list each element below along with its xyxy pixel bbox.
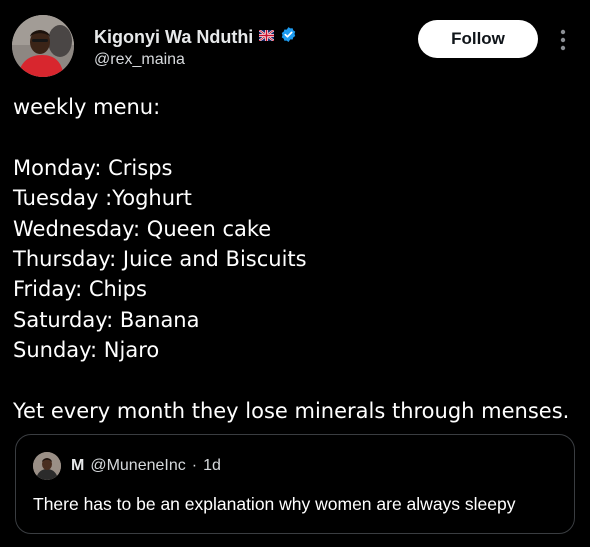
author-avatar-image — [12, 15, 74, 77]
more-vertical-icon — [560, 29, 566, 51]
tweet-line: Yet every month they lose minerals throu… — [13, 399, 570, 424]
quoted-tweet-text: There has to be an explanation why women… — [33, 494, 516, 514]
separator-dot: · — [191, 457, 198, 474]
tweet-line: weekly menu: — [13, 95, 161, 119]
author-handle[interactable]: @rex_maina — [94, 51, 185, 69]
quoted-avatar-image — [33, 452, 61, 480]
tweet-line: Tuesday :Yoghurt — [13, 186, 192, 211]
author-avatar[interactable] — [12, 15, 74, 77]
follow-button[interactable]: Follow — [418, 20, 538, 58]
quoted-timestamp[interactable]: 1d — [203, 457, 221, 475]
author-name-row: Kigonyi Wa Nduthi — [94, 26, 297, 48]
more-options-button[interactable] — [554, 26, 572, 54]
tweet-text: weekly menu: Monday: Crisps Tuesday :Yog… — [13, 92, 578, 426]
tweet-line: Saturday: Banana — [13, 307, 200, 332]
tweet-line: Thursday: Juice and Biscuits — [13, 247, 307, 272]
tweet-line: Monday: Crisps — [13, 155, 173, 180]
quoted-tweet-card[interactable]: M @MuneneInc · 1d There has to be an exp… — [15, 434, 575, 534]
quoted-author-handle[interactable]: @MuneneInc — [90, 457, 185, 475]
quoted-author-name[interactable]: M — [71, 457, 84, 475]
author-display-name[interactable]: Kigonyi Wa Nduthi — [94, 27, 253, 48]
tweet-line: Friday: Chips — [13, 277, 147, 302]
tweet-line: Sunday: Njaro — [13, 338, 160, 363]
quoted-tweet-header: M @MuneneInc · 1d — [71, 457, 221, 475]
quoted-author-avatar[interactable] — [33, 452, 61, 480]
flag-icon — [258, 28, 275, 46]
verified-badge-icon — [280, 26, 297, 48]
tweet-line: Wednesday: Queen cake — [13, 216, 272, 241]
